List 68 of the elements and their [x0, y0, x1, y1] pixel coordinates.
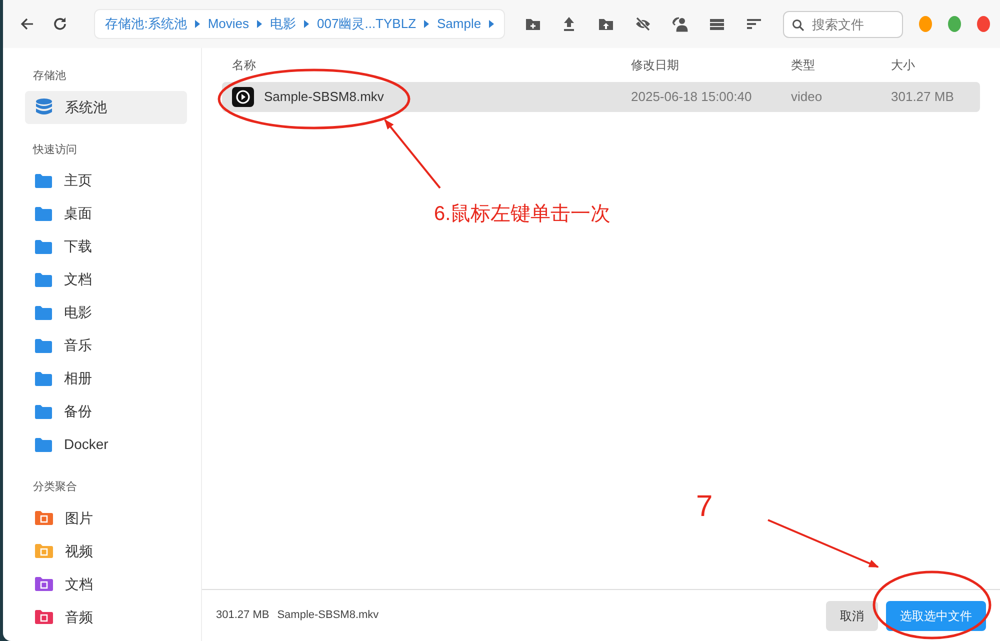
- column-header: 类型: [791, 57, 816, 74]
- annotation-arrow: [384, 119, 441, 189]
- folder-icon: [35, 272, 52, 286]
- eye-slash-icon: [635, 16, 652, 32]
- folder-icon: [35, 206, 52, 220]
- database-icon: [35, 98, 53, 116]
- folder-icon: [35, 306, 52, 320]
- selected-size: 301.27 MB: [216, 608, 270, 624]
- sidebar-item[interactable]: 备份: [25, 395, 187, 428]
- sidebar-item[interactable]: 下载: [25, 230, 187, 263]
- caret-icon: [489, 20, 494, 28]
- column-header: 修改日期: [631, 57, 680, 74]
- sidebar-item[interactable]: 系统池: [25, 90, 187, 124]
- annotation-label: 6.鼠标左键单击一次: [434, 202, 611, 227]
- cancel-button[interactable]: 取消: [826, 600, 878, 630]
- search-field[interactable]: 搜索文件: [783, 10, 903, 38]
- sidebar-item[interactable]: 桌面: [25, 197, 187, 230]
- sort-icon: [746, 16, 762, 32]
- refresh-icon: [52, 16, 68, 32]
- sidebar-item[interactable]: 视频: [25, 534, 187, 568]
- folder-plus-icon: [524, 16, 541, 32]
- breadcrumb-link[interactable]: 存储池:系统池: [105, 14, 187, 34]
- caret-icon: [304, 20, 310, 28]
- sidebar-item[interactable]: 音频: [25, 600, 187, 634]
- annotation-label: 7: [696, 489, 713, 525]
- category-folder-icon: [35, 577, 53, 591]
- window-control-button[interactable]: [948, 16, 961, 32]
- sidebar-item[interactable]: 音乐: [25, 329, 187, 362]
- modified-date: 2025-06-18 15:00:40: [631, 88, 753, 106]
- breadcrumb-link[interactable]: Sample: [437, 14, 482, 34]
- window-control-button[interactable]: [976, 16, 990, 32]
- file-type: video: [791, 88, 824, 106]
- caret-icon: [424, 20, 430, 28]
- sidebar-item[interactable]: 相册: [25, 362, 187, 395]
- section-title: 分类聚合: [32, 480, 78, 495]
- person-share-icon: [672, 16, 688, 32]
- section-title: 存储池: [32, 69, 67, 84]
- list-icon: [708, 16, 725, 32]
- folder-icon: [35, 372, 52, 386]
- caret-icon: [194, 20, 200, 28]
- folder-upload-icon: [598, 16, 614, 32]
- folder-icon: [35, 174, 52, 188]
- file-name: Sample-SBSM8.mkv: [264, 88, 384, 106]
- column-header: 大小: [891, 57, 916, 74]
- sidebar-item[interactable]: 图片: [25, 502, 187, 534]
- sidebar-item[interactable]: 主页: [25, 164, 187, 197]
- category-folder-icon: [35, 544, 53, 558]
- folder-icon: [35, 338, 52, 352]
- selected-file-name: Sample-SBSM8.mkv: [277, 608, 379, 624]
- column-header: 名称: [232, 57, 257, 74]
- file-size: 301.27 MB: [891, 88, 955, 106]
- breadcrumb-link[interactable]: Movies: [208, 14, 250, 34]
- section-title: 快速访问: [32, 142, 78, 158]
- category-folder-icon: [35, 511, 53, 525]
- breadcrumb-link[interactable]: 电影: [270, 14, 296, 34]
- back-arrow-icon: [18, 16, 35, 32]
- file-row[interactable]: Sample-SBSM8.mkv 2025-06-18 15:00:40 video 301.27 MB: [222, 82, 980, 112]
- video-file-icon: [232, 87, 254, 107]
- caret-icon: [257, 20, 262, 28]
- sidebar-item[interactable]: Docker: [25, 428, 187, 461]
- sidebar-item[interactable]: 文档: [25, 263, 187, 296]
- breadcrumb-link[interactable]: 007幽灵...TYBLZ: [317, 14, 416, 34]
- sidebar-item[interactable]: 文档: [25, 568, 187, 600]
- folder-icon: [35, 438, 52, 452]
- sidebar-item[interactable]: 电影: [25, 296, 187, 329]
- category-folder-icon: [35, 610, 53, 624]
- folder-icon: [35, 404, 52, 418]
- folder-icon: [35, 240, 52, 254]
